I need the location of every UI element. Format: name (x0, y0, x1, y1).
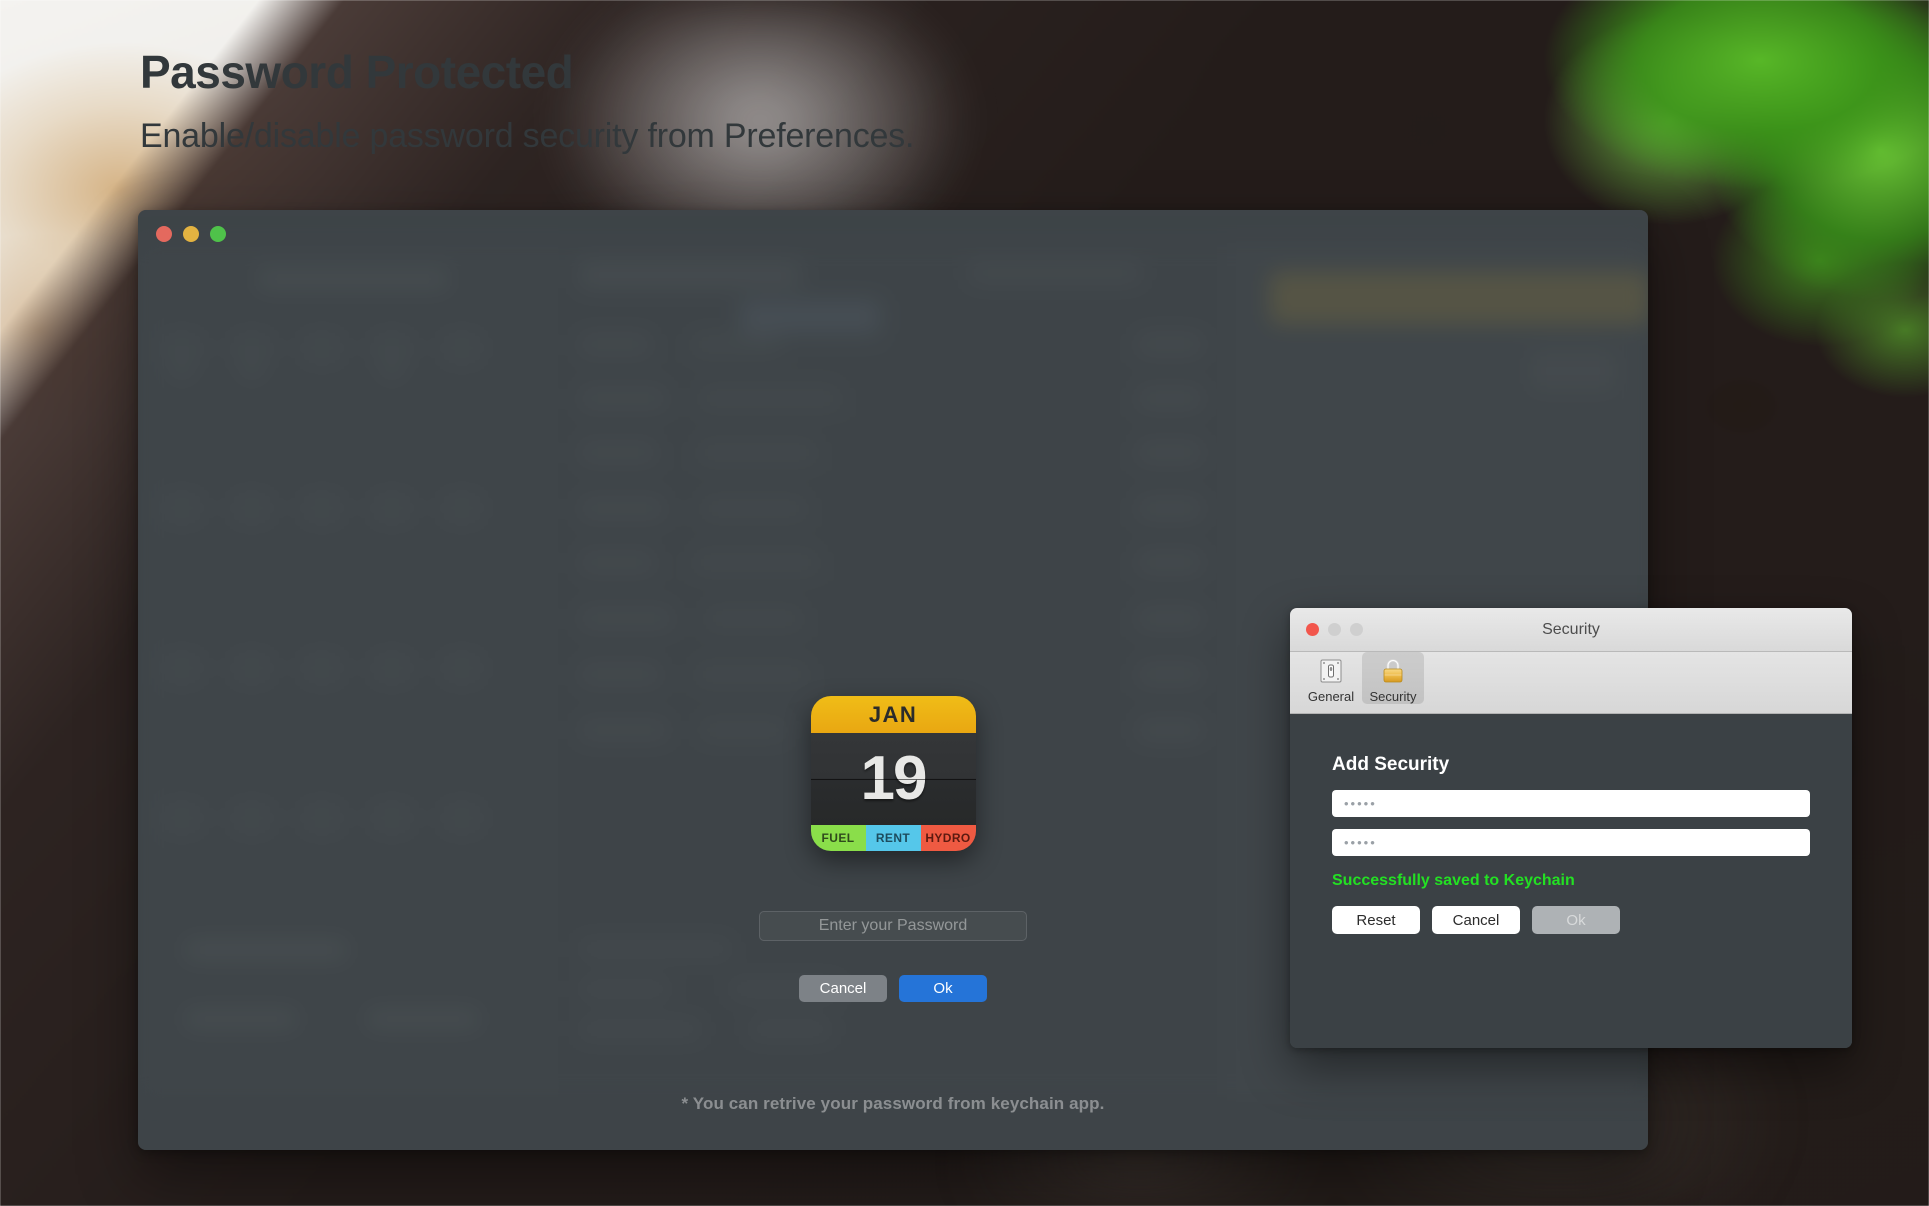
ok-button: Ok (1532, 906, 1620, 934)
security-pane-buttons: Reset Cancel Ok (1332, 906, 1810, 934)
security-window-title: Security (1542, 621, 1600, 638)
tab-general[interactable]: General (1300, 652, 1362, 704)
password-input[interactable] (759, 911, 1027, 941)
calendar-icon-header: JAN (810, 696, 976, 733)
calendar-app-icon: JAN 19 FUEL RENT HYDRO (810, 696, 976, 851)
status-message: Successfully saved to Keychain (1332, 872, 1575, 889)
page-title: Password Protected (140, 46, 574, 98)
calendar-icon-day: 19 (860, 744, 928, 813)
minimize-button[interactable] (183, 226, 199, 242)
security-preferences-window: Security General Security Add Security •… (1290, 608, 1852, 1048)
security-pane-body: Add Security Successfully saved to Keych… (1290, 714, 1852, 1048)
tab-security-label: Security (1369, 689, 1417, 704)
reset-button[interactable]: Reset (1332, 906, 1420, 934)
calendar-icon-month: JAN (868, 701, 918, 727)
password-field[interactable] (1332, 790, 1810, 817)
keychain-hint-text: * You can retrive your password from key… (681, 1094, 1105, 1113)
calendar-icon-tab-hydro: HYDRO (920, 825, 976, 851)
preferences-toolbar: General Security (1290, 652, 1852, 714)
ok-button[interactable]: Ok (899, 975, 987, 1002)
cancel-button[interactable]: Cancel (799, 975, 887, 1002)
padlock-icon (1380, 655, 1406, 687)
calendar-icon-tabs: FUEL RENT HYDRO (810, 825, 976, 851)
confirm-password-field[interactable] (1332, 829, 1810, 856)
calendar-icon-tab-rent: RENT (865, 825, 921, 851)
page-subtitle: Enable/disable password security from Pr… (140, 117, 915, 156)
password-modal-buttons: Cancel Ok (799, 975, 987, 1002)
maximize-button[interactable] (210, 226, 226, 242)
tab-general-label: General (1307, 689, 1355, 704)
close-button[interactable] (156, 226, 172, 242)
app-titlebar (138, 210, 1648, 252)
password-prompt-modal: JAN 19 FUEL RENT HYDRO Cancel Ok (713, 696, 1073, 1002)
headings-block: Password Protected Enable/disable passwo… (140, 48, 914, 156)
calendar-icon-tab-fuel: FUEL (810, 825, 866, 851)
switch-plate-icon (1318, 655, 1344, 687)
add-security-heading: Add Security (1332, 754, 1450, 775)
security-window-titlebar: Security (1290, 608, 1852, 652)
tab-security[interactable]: Security (1362, 652, 1424, 704)
cancel-button[interactable]: Cancel (1432, 906, 1520, 934)
calendar-icon-body: 19 (810, 733, 976, 825)
